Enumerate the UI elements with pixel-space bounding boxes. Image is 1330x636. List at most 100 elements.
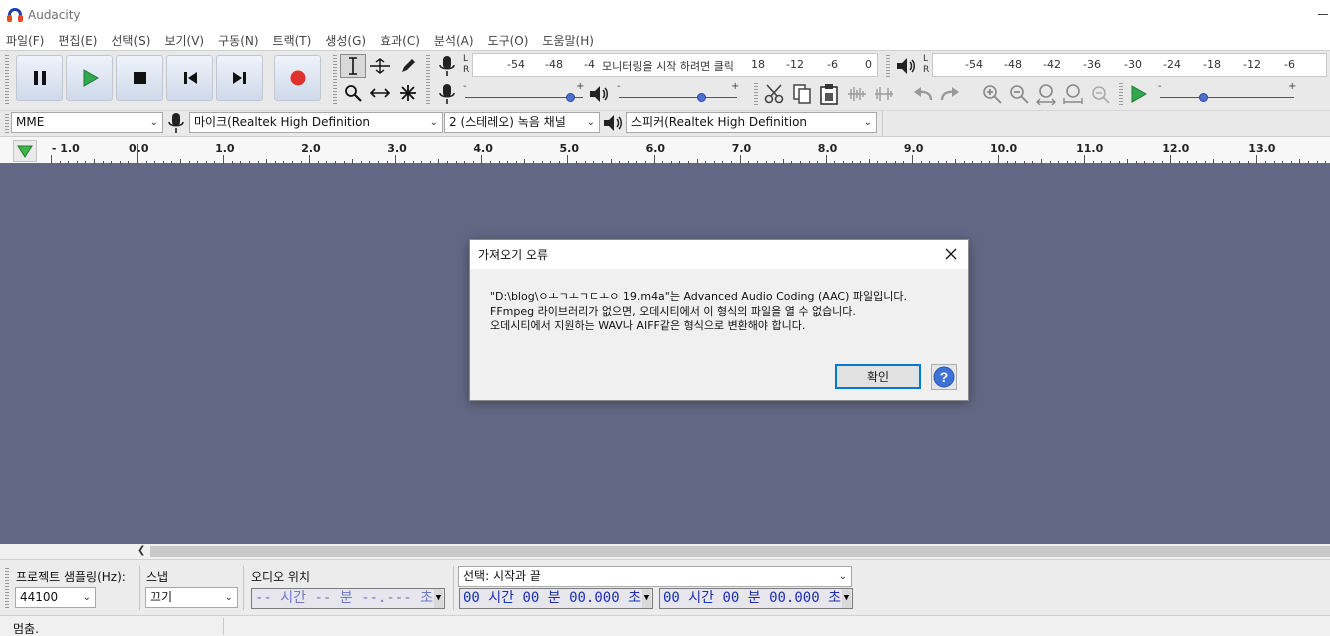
microphone-icon <box>439 84 455 104</box>
toolbar-grip[interactable] <box>5 114 9 134</box>
ruler-tick <box>1256 155 1257 164</box>
copy-button[interactable] <box>790 82 814 106</box>
playback-device-select[interactable]: 스피커(Realtek High Definition ⌄ <box>626 112 877 133</box>
selection-toolbar: 프로젝트 샘플링(Hz): 44100 ⌄ 스냅 끄기 ⌄ 오디오 위치 -- … <box>0 559 1330 615</box>
zoom-out-button[interactable] <box>1007 82 1031 106</box>
ruler-origin-marker <box>137 144 138 164</box>
slider-minus: - <box>1158 81 1162 92</box>
paste-button[interactable] <box>817 82 841 106</box>
slider-thumb[interactable] <box>1199 93 1209 102</box>
skip-to-start-button[interactable] <box>166 55 213 101</box>
toolbar-grip[interactable] <box>333 55 337 105</box>
menu-generate[interactable]: 생성(G) <box>325 32 366 49</box>
zoom-toggle-button[interactable] <box>1088 82 1112 106</box>
play-at-speed-button[interactable] <box>1126 82 1150 106</box>
playback-volume-slider[interactable]: - + <box>614 81 742 105</box>
envelope-icon <box>370 58 390 74</box>
channel-label: L <box>463 54 469 64</box>
channel-label: R <box>463 65 470 75</box>
toolbar-grip[interactable] <box>754 83 758 105</box>
selection-end-time[interactable]: 00 시간 00 분 00.000 초 ▼ <box>659 588 853 609</box>
message-line: "D:\blog\ㅇㅗㄱㅗㄱㄷㅗㅇ 19.m4a"는 Advanced Audi… <box>490 290 907 303</box>
playback-meter-button[interactable] <box>895 54 917 78</box>
ruler-tick <box>826 155 827 164</box>
undo-button[interactable] <box>911 82 935 106</box>
ruler-tick-label: 13.0 <box>1248 142 1276 155</box>
zoom-tool-button[interactable] <box>340 81 366 105</box>
ruler-tick-label: 12.0 <box>1162 142 1190 155</box>
project-rate-select[interactable]: 44100 ⌄ <box>15 587 96 608</box>
slider-thumb[interactable] <box>696 93 706 102</box>
time-format-arrow-icon[interactable]: ▼ <box>642 589 651 608</box>
device-toolbar: MME ⌄ 마이크(Realtek High Definition ⌄ 2 (스… <box>0 110 1330 136</box>
toolbar-grip[interactable] <box>5 568 9 608</box>
snap-select[interactable]: 끄기 ⌄ <box>145 587 238 608</box>
redo-button[interactable] <box>938 82 962 106</box>
pause-button[interactable] <box>16 55 63 101</box>
menu-file[interactable]: 파일(F) <box>6 32 44 49</box>
menu-edit[interactable]: 편집(E) <box>58 32 97 49</box>
slider-minus: - <box>617 81 621 92</box>
stop-button[interactable] <box>116 55 163 101</box>
recording-channels-select[interactable]: 2 (스테레오) 녹음 채널 ⌄ <box>444 112 600 133</box>
envelope-tool-button[interactable] <box>367 54 393 78</box>
playback-meter[interactable]: -54 -48 -42 -36 -30 -24 -18 -12 -6 <box>932 53 1327 77</box>
selection-tool-button[interactable] <box>340 54 366 78</box>
chevron-down-icon: ⌄ <box>429 117 438 128</box>
trim-button[interactable] <box>845 82 869 106</box>
fit-selection-button[interactable] <box>1034 82 1058 106</box>
menu-transport[interactable]: 구동(N) <box>218 32 258 49</box>
dialog-close-button[interactable] <box>942 245 960 263</box>
audacity-logo-icon <box>7 7 23 23</box>
help-button[interactable]: ? <box>931 364 957 390</box>
recording-meter-button[interactable] <box>436 54 458 78</box>
menu-effect[interactable]: 효과(C) <box>380 32 420 49</box>
monitoring-prompt[interactable]: 모니터링을 시작 하려면 클릭 <box>602 58 734 74</box>
audio-host-select[interactable]: MME ⌄ <box>11 112 163 133</box>
fit-project-button[interactable] <box>1061 82 1085 106</box>
selection-mode-select[interactable]: 선택: 시작과 끝 ⌄ <box>458 566 852 587</box>
selection-start-time[interactable]: 00 시간 00 분 00.000 초 ▼ <box>459 588 653 609</box>
ok-button[interactable]: 확인 <box>835 364 921 389</box>
slider-thumb[interactable] <box>566 93 576 102</box>
meter-scale-label: -48 <box>1004 58 1022 71</box>
zoom-selection-icon <box>1036 84 1056 105</box>
play-at-speed-slider[interactable]: - + <box>1155 81 1300 105</box>
time-format-arrow-icon[interactable]: ▼ <box>434 589 443 608</box>
menu-analyze[interactable]: 분석(A) <box>434 32 474 49</box>
record-button[interactable] <box>274 55 321 101</box>
time-format-arrow-icon[interactable]: ▼ <box>842 589 851 608</box>
toolbar-grip[interactable] <box>1119 83 1123 105</box>
play-button[interactable] <box>66 55 113 101</box>
menu-tracks[interactable]: 트랙(T) <box>273 32 312 49</box>
playback-device-icon-wrap <box>602 111 624 135</box>
horizontal-scrollbar[interactable]: ❮ <box>0 544 1330 559</box>
skip-end-icon <box>232 72 246 84</box>
scroll-left-icon[interactable]: ❮ <box>137 545 145 556</box>
undo-icon <box>914 87 933 101</box>
recording-meter[interactable]: -54 -48 -4 모니터링을 시작 하려면 클릭 18 -12 -6 0 <box>472 53 878 77</box>
draw-tool-button[interactable] <box>395 54 421 78</box>
magnifier-icon <box>345 85 362 102</box>
menu-help[interactable]: 도움말(H) <box>542 32 594 49</box>
silence-button[interactable] <box>872 82 896 106</box>
toolbar-grip[interactable] <box>5 55 9 105</box>
audio-host-value: MME <box>16 115 45 129</box>
timeline-ruler[interactable]: - 1.0 0.0 1.0 2.0 3.0 4.0 5.0 6.0 7.0 8.0 9.0 10.0 1… <box>0 136 1330 164</box>
menu-view[interactable]: 보기(V) <box>164 32 204 49</box>
toolbar-grip[interactable] <box>426 55 430 105</box>
toolbar-grip[interactable] <box>886 55 890 77</box>
minimize-button[interactable] <box>1318 14 1328 15</box>
menu-tools[interactable]: 도구(O) <box>488 32 529 49</box>
skip-to-end-button[interactable] <box>216 55 263 101</box>
zoom-in-button[interactable] <box>980 82 1004 106</box>
menu-select[interactable]: 선택(S) <box>111 32 150 49</box>
recording-volume-slider[interactable]: - + <box>460 81 590 105</box>
cut-button[interactable] <box>763 82 787 106</box>
recording-device-select[interactable]: 마이크(Realtek High Definition ⌄ <box>189 112 443 133</box>
scrollbar-thumb[interactable] <box>150 546 1330 557</box>
time-shift-tool-button[interactable] <box>367 81 393 105</box>
audio-position-time[interactable]: -- 시간 -- 분 --.--- 초 ▼ <box>251 588 445 609</box>
window-titlebar: Audacity <box>0 0 1330 30</box>
multi-tool-button[interactable] <box>395 81 421 105</box>
